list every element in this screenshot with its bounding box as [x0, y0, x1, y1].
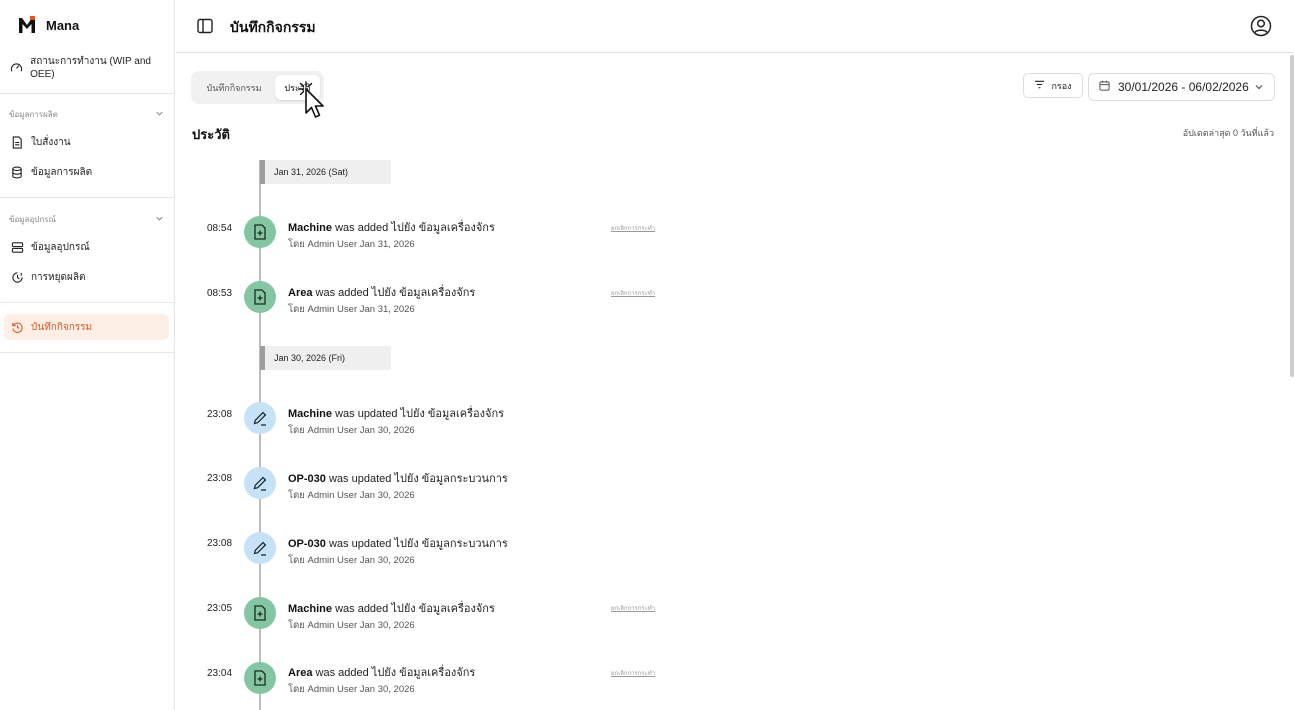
section-production-header[interactable]: ข้อมูลการผลิต — [9, 108, 164, 121]
sidebar-item-label: ใบสั่งงาน — [31, 136, 71, 148]
database-icon — [10, 165, 24, 179]
entry-action: was added ไปยัง ข้อมูลเครื่องจักร — [315, 667, 476, 679]
history-title: ประวัติ — [192, 127, 230, 142]
sidebar-item-label: การหยุดผลิต — [31, 271, 86, 283]
entry-title: Area was added ไปยัง ข้อมูลเครื่องจักร — [288, 663, 475, 681]
chevron-down-icon — [155, 214, 164, 225]
divider — [0, 93, 175, 94]
app-name: Mana — [46, 17, 80, 33]
calendar-icon — [1099, 80, 1110, 94]
entry-action: was updated ไปยัง ข้อมูลกระบวนการ — [328, 538, 508, 550]
entry-subject: Area — [288, 287, 313, 299]
entry-time: 23:08 — [207, 409, 233, 420]
date-range-picker[interactable]: 30/01/2026 - 06/02/2026 — [1088, 73, 1275, 101]
entry-byline: โดย Admin User Jan 30, 2026 — [288, 620, 415, 631]
entry-time: 23:05 — [207, 603, 233, 614]
entry-title: Machine was added ไปยัง ข้อมูลเครื่องจัก… — [288, 599, 495, 617]
entry-action: was added ไปยัง ข้อมูลเครื่องจักร — [335, 603, 495, 615]
server-icon — [10, 240, 24, 254]
entry-subject: OP-030 — [288, 538, 326, 550]
entry-title: Area was added ไปยัง ข้อมูลเครื่องจักร — [288, 283, 475, 301]
scrollbar[interactable] — [1290, 55, 1294, 377]
entry-subject: Machine — [288, 603, 333, 615]
sidebar-item-production-data[interactable]: ข้อมูลการผลิต — [4, 159, 169, 185]
document-icon — [10, 135, 24, 149]
sidebar-item-label: สถานะการทำงาน (WIP and OEE) — [30, 56, 151, 80]
sidebar: Mana สถานะการทำงาน (WIP and OEE) ข้อมูลก… — [0, 0, 175, 710]
page-title: บันทึกกิจกรรม — [230, 19, 316, 35]
pencil-icon — [244, 467, 276, 499]
date-group-header: Jan 30, 2026 (Fri) — [260, 346, 391, 370]
sidebar-item-status[interactable]: สถานะการทำงาน (WIP and OEE) — [4, 54, 169, 80]
section-title: ข้อมูลอุปกรณ์ — [9, 215, 56, 224]
section-title: ข้อมูลการผลิต — [9, 110, 58, 119]
entry-subject: OP-030 — [288, 473, 326, 485]
sidebar-item-label: บันทึกกิจกรรม — [31, 321, 93, 333]
filter-icon — [1034, 80, 1045, 91]
pencil-icon — [244, 532, 276, 564]
entry-time: 08:54 — [207, 223, 233, 234]
entry-subject: Machine — [288, 222, 333, 234]
sidebar-item-label: ข้อมูลอุปกรณ์ — [31, 241, 90, 253]
entry-byline: โดย Admin User Jan 30, 2026 — [288, 490, 415, 501]
section-equipment-header[interactable]: ข้อมูลอุปกรณ์ — [9, 213, 164, 226]
top-bar: บันทึกกิจกรรม — [176, 0, 1294, 53]
entry-title: OP-030 was updated ไปยัง ข้อมูลกระบวนการ — [288, 469, 508, 487]
clock-alert-icon — [10, 270, 24, 284]
entry-subject: Machine — [288, 408, 333, 420]
entry-action: was added ไปยัง ข้อมูลเครื่องจักร — [315, 287, 476, 299]
entry-byline: โดย Admin User Jan 31, 2026 — [288, 304, 415, 315]
history-icon — [10, 320, 24, 334]
sidebar-item-equipment[interactable]: ข้อมูลอุปกรณ์ — [4, 234, 169, 260]
entry-byline: โดย Admin User Jan 30, 2026 — [288, 425, 415, 436]
sidebar-toggle-icon[interactable] — [196, 17, 214, 35]
sidebar-item-downtime[interactable]: การหยุดผลิต — [4, 264, 169, 290]
entry-action: was updated ไปยัง ข้อมูลกระบวนการ — [328, 473, 508, 485]
user-icon[interactable] — [1250, 15, 1272, 37]
entry-title: OP-030 was updated ไปยัง ข้อมูลกระบวนการ — [288, 534, 508, 552]
entry-time: 23:08 — [207, 538, 233, 549]
sidebar-item-work-order[interactable]: ใบสั่งงาน — [4, 129, 169, 155]
chevron-down-icon — [1254, 81, 1264, 95]
file-plus-icon — [244, 597, 276, 629]
chevron-down-icon — [155, 109, 164, 120]
undo-link[interactable]: ยกเลิกการกระทำ — [611, 603, 655, 613]
entry-title: Machine was added ไปยัง ข้อมูลเครื่องจัก… — [288, 218, 495, 236]
divider — [0, 302, 175, 303]
gauge-icon — [10, 60, 23, 74]
sidebar-item-activity-log[interactable]: บันทึกกิจกรรม — [4, 314, 169, 340]
entry-time: 23:04 — [207, 668, 233, 679]
undo-link[interactable]: ยกเลิกการกระทำ — [611, 288, 655, 298]
entry-action: was updated ไปยัง ข้อมูลเครื่องจักร — [335, 408, 505, 420]
entry-byline: โดย Admin User Jan 30, 2026 — [288, 555, 415, 566]
file-plus-icon — [244, 662, 276, 694]
entry-subject: Area — [288, 667, 313, 679]
entry-time: 23:08 — [207, 473, 233, 484]
entry-byline: โดย Admin User Jan 31, 2026 — [288, 239, 415, 250]
pencil-icon — [244, 402, 276, 434]
divider — [0, 197, 175, 198]
tab-activity-log[interactable]: บันทึกกิจกรรม — [195, 75, 273, 100]
entry-action: was added ไปยัง ข้อมูลเครื่องจักร — [335, 222, 495, 234]
divider — [0, 352, 175, 353]
file-plus-icon — [244, 281, 276, 313]
mouse-cursor-icon — [296, 80, 330, 120]
date-group-header: Jan 31, 2026 (Sat) — [260, 160, 391, 184]
undo-link[interactable]: ยกเลิกการกระทำ — [611, 668, 655, 678]
mana-logo-icon — [18, 16, 36, 34]
sidebar-item-label: ข้อมูลการผลิต — [31, 166, 93, 178]
file-plus-icon — [244, 216, 276, 248]
undo-link[interactable]: ยกเลิกการกระทำ — [611, 223, 655, 233]
entry-title: Machine was updated ไปยัง ข้อมูลเครื่องจ… — [288, 404, 504, 422]
entry-byline: โดย Admin User Jan 30, 2026 — [288, 684, 415, 695]
last-updated: อัปเดตล่าสุด 0 วันที่แล้ว — [1182, 128, 1274, 138]
entry-time: 08:53 — [207, 288, 233, 299]
brand[interactable]: Mana — [18, 16, 79, 34]
filter-label: กรอง — [1051, 80, 1072, 91]
date-range-value: 30/01/2026 - 06/02/2026 — [1118, 80, 1249, 94]
filter-button[interactable]: กรอง — [1023, 73, 1083, 98]
